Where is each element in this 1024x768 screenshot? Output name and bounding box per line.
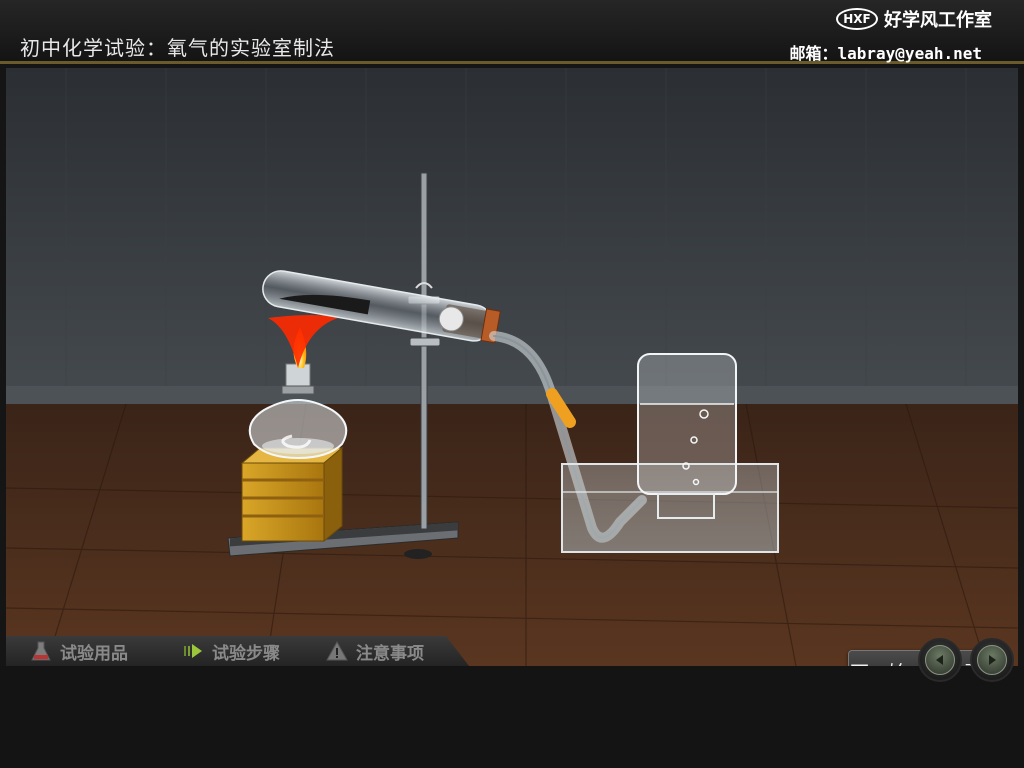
- tab-notes-label: 注意事项: [356, 643, 424, 664]
- page-navigation: [916, 638, 1018, 684]
- tab-materials[interactable]: 试验用品: [30, 636, 128, 666]
- warning-icon: [326, 640, 348, 662]
- prev-button[interactable]: [918, 638, 962, 682]
- bottom-panel: [0, 666, 1024, 768]
- next-button[interactable]: [970, 638, 1014, 682]
- flask-icon: [30, 640, 52, 662]
- page-title: 初中化学试验：氧气的实验室制法: [20, 36, 335, 60]
- arrow-left-icon: [925, 645, 955, 675]
- apparatus-illustration: [6, 68, 1018, 666]
- arrow-right-icon: [977, 645, 1007, 675]
- steps-arrow-icon: [182, 640, 204, 662]
- tab-materials-label: 试验用品: [60, 643, 128, 664]
- tab-bar: 试验用品 试验步骤 注意事项: [6, 636, 469, 666]
- experiment-stage: 开 始 实 验: [6, 68, 1018, 666]
- app-window: 初中化学试验：氧气的实验室制法 HXF 好学风工作室 邮箱：labray@yea…: [0, 0, 1024, 768]
- tab-notes[interactable]: 注意事项: [326, 636, 424, 666]
- brand-name: 好学风工作室: [884, 10, 992, 31]
- tab-steps-label: 试验步骤: [212, 643, 280, 664]
- contact-email: 邮箱：labray@yeah.net: [789, 44, 983, 63]
- header-bar: 初中化学试验：氧气的实验室制法 HXF 好学风工作室 邮箱：labray@yea…: [0, 0, 1024, 64]
- brand-logo: HXF: [836, 8, 878, 30]
- brand: HXF 好学风工作室: [836, 6, 992, 32]
- tab-steps[interactable]: 试验步骤: [182, 636, 280, 666]
